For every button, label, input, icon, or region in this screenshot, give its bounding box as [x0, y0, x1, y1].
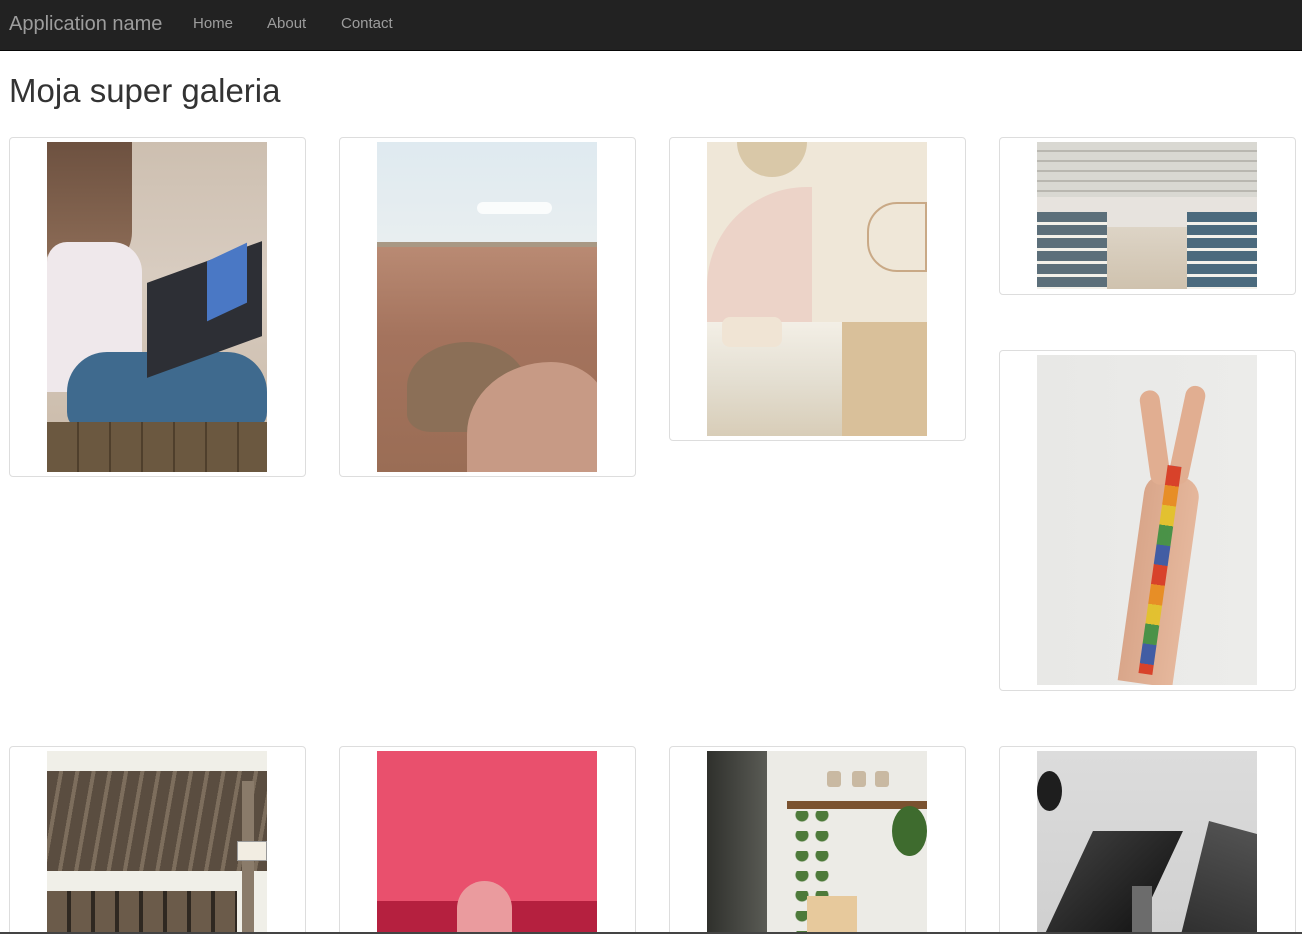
gallery-thumbnail[interactable]: [999, 137, 1296, 295]
skyscrapers-photo[interactable]: [1037, 751, 1257, 934]
page-title: Moja super galeria: [9, 72, 281, 109]
nav-about-link[interactable]: About: [267, 15, 306, 33]
woman-with-laptop-photo[interactable]: [47, 142, 267, 472]
nav-contact-link[interactable]: Contact: [341, 15, 393, 33]
gallery-thumbnail[interactable]: [339, 746, 636, 934]
gallery-thumbnail[interactable]: [9, 746, 306, 934]
gallery-thumbnail[interactable]: [999, 746, 1296, 934]
peace-sign-hand-photo[interactable]: [1037, 355, 1257, 685]
gallery-thumbnail[interactable]: [339, 137, 636, 477]
wooden-porch-photo[interactable]: [47, 751, 267, 934]
plants-interior-photo[interactable]: [707, 751, 927, 934]
gallery-thumbnail[interactable]: [669, 137, 966, 441]
bedroom-photo[interactable]: [707, 142, 927, 436]
gallery-thumbnail[interactable]: [9, 137, 306, 477]
library-photo[interactable]: [1037, 142, 1257, 289]
brand-link[interactable]: Application name: [9, 12, 162, 36]
top-navbar: Application name Home About Contact: [0, 0, 1302, 51]
canyon-photo[interactable]: [377, 142, 597, 472]
nav-home-link[interactable]: Home: [193, 15, 233, 33]
gallery-thumbnail[interactable]: [669, 746, 966, 934]
pink-wall-statue-photo[interactable]: [377, 751, 597, 934]
gallery-thumbnail[interactable]: [999, 350, 1296, 691]
